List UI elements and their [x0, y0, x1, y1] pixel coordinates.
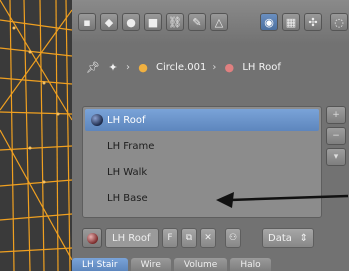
chevron-right-icon: › — [212, 61, 217, 73]
remove-slot-button[interactable]: − — [326, 127, 346, 145]
copy-icon[interactable]: ⧉ — [181, 228, 197, 248]
material-name-field[interactable]: LH Roof — [105, 228, 159, 248]
link-dropdown-label: Data — [268, 232, 292, 244]
scene-context-icon[interactable]: ◆ — [100, 13, 118, 31]
node-icon[interactable]: ⚇ — [225, 228, 241, 248]
material-ball-icon — [91, 114, 103, 126]
annotation-arrow — [216, 192, 349, 208]
material-browse-button[interactable] — [82, 228, 102, 248]
3d-viewport[interactable] — [0, 0, 72, 271]
slot-side-buttons: + − ▾ — [326, 106, 348, 184]
object-context-icon[interactable]: ■ — [144, 13, 162, 31]
pin-icon[interactable]: 📌︎ — [86, 60, 100, 74]
world-context-icon[interactable]: ● — [122, 13, 140, 31]
material-ball-icon — [86, 232, 98, 244]
tab-surface[interactable]: LH Stair — [72, 258, 128, 271]
object-icon: ● — [138, 60, 148, 74]
physics-context-icon[interactable]: ◌ — [330, 13, 348, 31]
slot-label: LH Walk — [107, 166, 148, 178]
texture-context-icon[interactable]: ▦ — [282, 13, 300, 31]
tab-volume[interactable]: Volume — [173, 258, 228, 271]
breadcrumb-material: LH Roof — [242, 61, 281, 73]
slot-menu-button[interactable]: ▾ — [326, 148, 346, 166]
material-type-tabs: LH Stair Wire Volume Halo — [72, 258, 349, 271]
constraint-context-icon[interactable]: ⛓ — [166, 13, 184, 31]
tab-halo[interactable]: Halo — [230, 258, 271, 271]
slot-label: LH Roof — [107, 114, 146, 126]
wireframe-mesh — [0, 0, 72, 271]
breadcrumb: 📌︎ ✦ › ● Circle.001 › ● LH Roof — [86, 56, 281, 78]
render-context-icon[interactable]: ▪ — [78, 13, 96, 31]
tab-wire[interactable]: Wire — [130, 258, 171, 271]
unlink-icon[interactable]: ✕ — [200, 228, 216, 248]
fake-user-button[interactable]: F — [162, 228, 178, 248]
slot-label: LH Frame — [107, 140, 155, 152]
material-context-icon[interactable]: ◉ — [260, 13, 278, 31]
material-icon: ● — [224, 60, 235, 74]
data-context-icon[interactable]: △ — [210, 13, 228, 31]
chevron-right-icon: › — [126, 61, 130, 73]
add-slot-button[interactable]: + — [326, 106, 346, 124]
list-item[interactable]: LH Frame — [85, 135, 319, 157]
breadcrumb-object: Circle.001 — [156, 61, 207, 73]
properties-context-toolbar: ▪ ◆ ● ■ ⛓ ✎ △ ◉ ▦ ✣ ◌ — [72, 0, 349, 45]
modifier-context-icon[interactable]: ✎ — [188, 13, 206, 31]
chevron-updown-icon: ⇕ — [299, 232, 308, 244]
list-item[interactable]: LH Roof — [85, 109, 319, 131]
list-item[interactable]: LH Walk — [85, 161, 319, 183]
slot-label: LH Base — [107, 192, 148, 204]
particles-context-icon[interactable]: ✣ — [304, 13, 322, 31]
material-properties-panel: 📌︎ ✦ › ● Circle.001 › ● LH Roof LH Roof … — [72, 44, 349, 271]
material-datablock-row: LH Roof F ⧉ ✕ ⚇ Data ⇕ — [82, 228, 314, 248]
link-dropdown[interactable]: Data ⇕ — [262, 228, 314, 248]
scene-icon: ✦ — [108, 60, 118, 74]
